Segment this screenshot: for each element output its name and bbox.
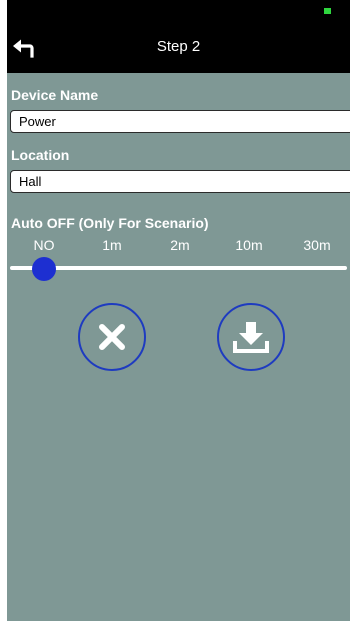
auto-off-option-1m[interactable]: 1m <box>102 237 121 253</box>
location-input[interactable] <box>10 170 350 193</box>
device-name-input[interactable] <box>10 110 350 133</box>
cancel-button[interactable] <box>78 303 146 371</box>
auto-off-option-30m[interactable]: 30m <box>303 237 330 253</box>
screen: Step 2 Device Name Location Auto OFF (On… <box>7 0 350 621</box>
auto-off-option-2m[interactable]: 2m <box>170 237 189 253</box>
download-icon <box>233 322 269 353</box>
auto-off-option-no[interactable]: NO <box>34 237 55 253</box>
page-title: Step 2 <box>156 38 201 55</box>
header-bar: Step 2 <box>7 0 350 73</box>
save-button[interactable] <box>217 303 285 371</box>
location-label: Location <box>11 147 70 163</box>
auto-off-slider-thumb[interactable] <box>32 257 56 281</box>
device-name-label: Device Name <box>11 87 99 103</box>
auto-off-label: Auto OFF (Only For Scenario) <box>11 215 209 231</box>
close-icon <box>99 324 125 350</box>
auto-off-option-10m[interactable]: 10m <box>235 237 262 253</box>
auto-off-slider-track[interactable] <box>10 266 347 270</box>
battery-indicator <box>324 8 331 14</box>
